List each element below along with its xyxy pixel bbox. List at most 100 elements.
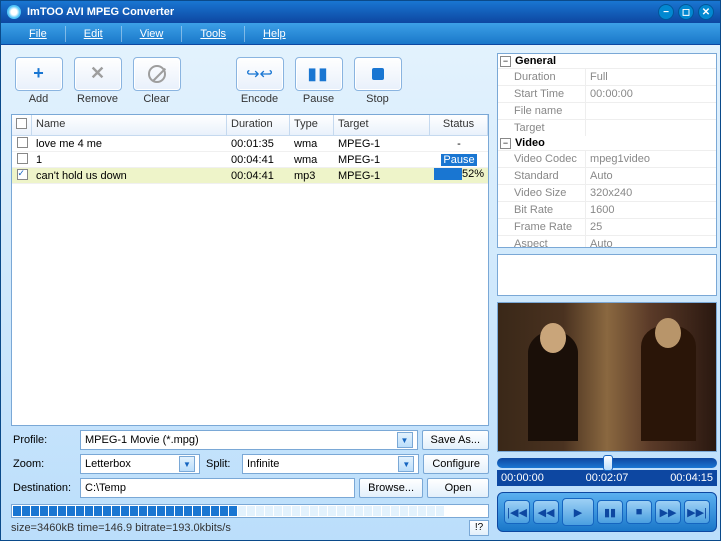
prop-value[interactable]: 1600 [586,202,716,218]
header-name[interactable]: Name [32,115,227,135]
encode-button[interactable]: ↪↩ [236,57,284,91]
close-button[interactable]: ✕ [698,4,714,20]
prop-key: Start Time [498,86,586,102]
header-type[interactable]: Type [290,115,334,135]
header-status[interactable]: Status [430,115,488,135]
table-row[interactable]: 100:04:41wmaMPEG-1Pause [12,152,488,168]
description-box [497,254,717,296]
profile-value: MPEG-1 Movie (*.mpg) [85,434,199,446]
clear-icon [148,65,166,83]
add-label: Add [29,93,49,105]
cell-type: wma [290,153,334,167]
prop-key: File name [498,103,586,119]
app-title: ImTOO AVI MPEG Converter [27,6,174,18]
split-label: Split: [204,458,238,470]
collapse-icon[interactable]: − [500,138,511,149]
menu-edit[interactable]: Edit [74,25,113,43]
toolbar: + Add ✕ Remove Clear ↪↩ Encode ▮▮ Pause Stop [11,53,489,108]
help-button[interactable]: !? [469,520,489,536]
prop-value[interactable]: Auto [586,236,716,248]
prop-value[interactable]: 00:00:00 [586,86,716,102]
property-grid[interactable]: −GeneralDurationFullStart Time00:00:00Fi… [497,53,717,248]
header-checkbox[interactable] [12,115,32,135]
plus-icon: + [33,63,44,84]
prop-key: Video Size [498,185,586,201]
menu-view[interactable]: View [130,25,174,43]
player-pause-button[interactable]: ▮▮ [597,500,623,524]
prop-value[interactable]: Auto [586,168,716,184]
cell-status: - [430,137,488,151]
forward-button[interactable]: ▶▶ [655,500,681,524]
prop-key: Frame Rate [498,219,586,235]
prop-value[interactable] [586,120,716,136]
remove-label: Remove [77,93,118,105]
split-value: Infinite [247,458,279,470]
table-row[interactable]: love me 4 me00:01:35wmaMPEG-1- [12,136,488,152]
header-target[interactable]: Target [334,115,430,135]
zoom-value: Letterbox [85,458,131,470]
prop-value[interactable]: 25 [586,219,716,235]
progress-bar [11,504,489,518]
header-duration[interactable]: Duration [227,115,290,135]
x-icon: ✕ [90,63,105,84]
clear-label: Clear [143,93,169,105]
cell-target: MPEG-1 [334,153,430,167]
cell-duration: 00:01:35 [227,137,290,151]
add-button[interactable]: + [15,57,63,91]
split-combo[interactable]: Infinite ▼ [242,454,419,474]
clear-button[interactable] [133,57,181,91]
menu-tools[interactable]: Tools [190,25,236,43]
prop-value[interactable]: mpeg1video [586,151,716,167]
collapse-icon[interactable]: − [500,56,511,67]
maximize-button[interactable]: ◻ [678,4,694,20]
profile-combo[interactable]: MPEG-1 Movie (*.mpg)▼ [80,430,418,450]
open-button[interactable]: Open [427,478,489,498]
zoom-label: Zoom: [11,458,76,470]
slider-thumb[interactable] [603,455,613,471]
prev-button[interactable]: |◀◀ [504,500,530,524]
seek-slider[interactable] [497,458,717,468]
stop-icon [372,68,384,80]
save-as-button[interactable]: Save As... [422,430,490,450]
pause-label: Pause [303,93,334,105]
group-name: Video [515,137,545,149]
minimize-button[interactable]: − [658,4,674,20]
pause-icon: ▮▮ [308,64,330,84]
time-end: 00:04:15 [670,472,713,484]
table-row[interactable]: can't hold us down00:04:41mp3MPEG-152% [12,168,488,184]
status-text: size=3460kB time=146.9 bitrate=193.0kbit… [11,522,469,534]
chevron-down-icon: ▼ [398,456,414,472]
row-checkbox[interactable] [17,137,28,148]
remove-button[interactable]: ✕ [74,57,122,91]
cell-target: MPEG-1 [334,137,430,151]
stop-button[interactable] [354,57,402,91]
file-table: Name Duration Type Target Status love me… [11,114,489,426]
pause-button[interactable]: ▮▮ [295,57,343,91]
encode-icon: ↪↩ [246,64,273,84]
prop-value[interactable] [586,103,716,119]
encode-label: Encode [241,93,278,105]
prop-value[interactable]: 320x240 [586,185,716,201]
player-stop-button[interactable]: ■ [626,500,652,524]
prop-key: Aspect [498,236,586,248]
browse-button[interactable]: Browse... [359,478,423,498]
zoom-combo[interactable]: Letterbox ▼ [80,454,200,474]
prop-value[interactable]: Full [586,69,716,85]
stop-label: Stop [366,93,389,105]
chevron-down-icon: ▼ [179,456,195,472]
next-button[interactable]: ▶▶| [684,500,710,524]
row-checkbox[interactable] [17,169,28,180]
app-logo-icon [7,5,21,19]
cell-status: 52% [430,167,488,184]
cell-target: MPEG-1 [334,169,430,183]
destination-field[interactable]: C:\Temp [80,478,355,498]
status-progress: 52% [434,168,484,180]
configure-button[interactable]: Configure [423,454,489,474]
menu-file[interactable]: File [19,25,57,43]
row-checkbox[interactable] [17,153,28,164]
destination-label: Destination: [11,482,76,494]
play-button[interactable]: ▶ [562,498,594,526]
rewind-button[interactable]: ◀◀ [533,500,559,524]
video-preview[interactable] [497,302,717,452]
menu-help[interactable]: Help [253,25,296,43]
